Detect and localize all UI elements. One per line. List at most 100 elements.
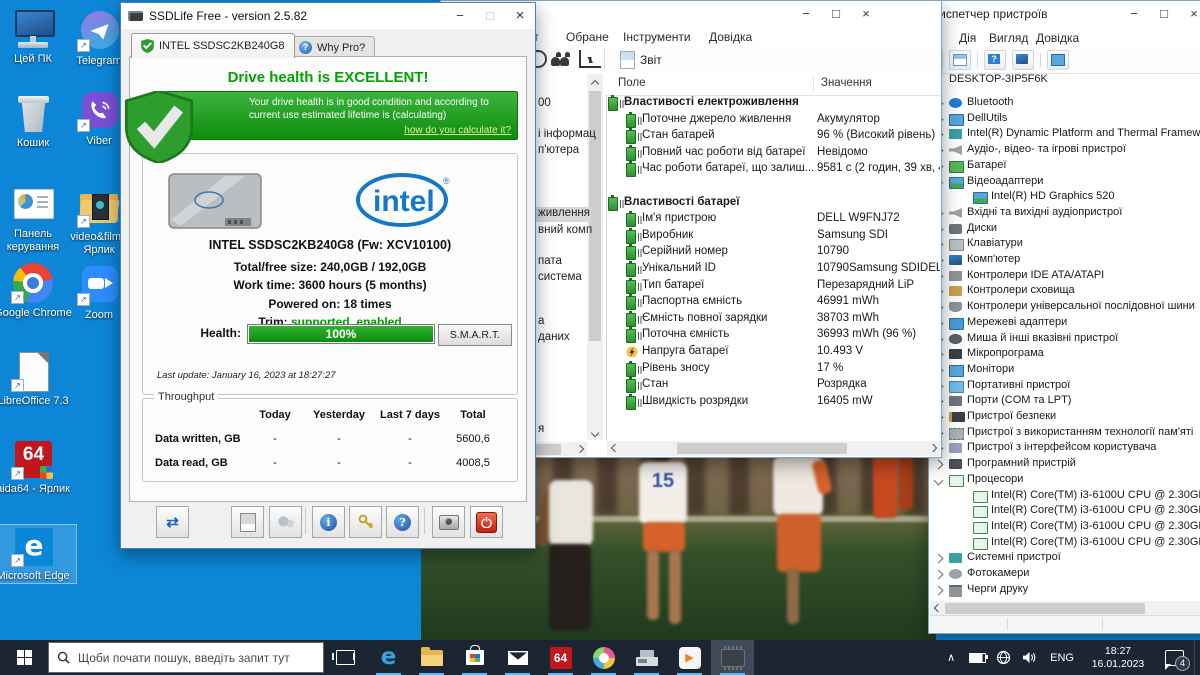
scroll-down-icon[interactable] bbox=[587, 425, 603, 440]
menu-view[interactable]: Вигляд bbox=[989, 31, 1028, 45]
nav-item-fragment[interactable]: даних bbox=[538, 331, 570, 343]
device-tree-item[interactable]: Вхідні та вихідні аудіопристрої bbox=[929, 206, 1200, 221]
table-row[interactable]: ВиробникSamsung SDI bbox=[606, 228, 940, 245]
device-tree-item[interactable]: Bluetooth bbox=[929, 96, 1200, 111]
properties-icon[interactable] bbox=[949, 50, 971, 70]
minimize-button[interactable]: − bbox=[1119, 1, 1149, 25]
nav-item-fragment[interactable]: 00 bbox=[538, 97, 551, 109]
close-button[interactable]: × bbox=[851, 1, 881, 25]
device-tree-item[interactable]: DESKTOP-3IP5F6K bbox=[929, 73, 1200, 88]
close-button[interactable]: × bbox=[1179, 1, 1200, 25]
device-tree-item[interactable]: Intel(R) HD Graphics 520 bbox=[929, 190, 1200, 205]
taskbar-app-mail[interactable] bbox=[496, 640, 539, 675]
device-tree-item[interactable]: Комп'ютер bbox=[929, 253, 1200, 268]
maximize-button[interactable]: □ bbox=[1149, 1, 1179, 25]
table-row[interactable]: Ємність повної зарядки38703 mWh bbox=[606, 311, 940, 328]
taskbar-app-paint[interactable] bbox=[582, 640, 625, 675]
nav-item-fragment[interactable]: я bbox=[538, 423, 544, 435]
table-row[interactable]: Унікальний ID10790Samsung SDIDELL W9F bbox=[606, 261, 940, 278]
exit-button[interactable] bbox=[470, 506, 503, 538]
task-view-button[interactable] bbox=[324, 640, 367, 675]
taskbar-app-player[interactable] bbox=[668, 640, 711, 675]
scroll-right-icon[interactable] bbox=[925, 441, 940, 456]
battery-icon[interactable] bbox=[964, 640, 990, 675]
show-desktop-button[interactable] bbox=[1194, 640, 1200, 675]
device-tree-item[interactable]: Миша й інші вказівні пристрої bbox=[929, 332, 1200, 347]
table-row[interactable]: Швидкість розрядки16405 mW bbox=[606, 394, 940, 411]
device-manager-titlebar[interactable]: Диспетчер пристроїв − □ × bbox=[929, 1, 1200, 27]
device-tree-item[interactable]: Пристрої безпеки bbox=[929, 410, 1200, 425]
network-icon[interactable] bbox=[990, 640, 1016, 675]
aida64-hscrollbar[interactable] bbox=[607, 441, 940, 456]
device-tree-item[interactable]: Порти (COM та LPT) bbox=[929, 394, 1200, 409]
scroll-thumb[interactable] bbox=[945, 603, 1145, 614]
device-tree-item[interactable]: Процесори bbox=[929, 473, 1200, 488]
chevron-right-icon[interactable] bbox=[934, 570, 944, 580]
taskbar-app-folder[interactable] bbox=[410, 640, 453, 675]
nav-item-fragment[interactable]: система bbox=[538, 271, 582, 283]
device-tree-item[interactable]: Контролери універсальної послідовної шин… bbox=[929, 300, 1200, 315]
scroll-right-icon[interactable] bbox=[572, 442, 587, 457]
device-tree-item[interactable]: Мікропрограма bbox=[929, 347, 1200, 362]
nav-item-fragment[interactable]: п'ютера bbox=[538, 144, 579, 156]
chevron-right-icon[interactable] bbox=[934, 460, 944, 470]
table-row[interactable]: Повний час роботи від батареїНевідомо bbox=[606, 145, 940, 162]
nav-item-fragment[interactable]: пата bbox=[538, 255, 562, 267]
column-field[interactable]: Поле bbox=[618, 77, 646, 89]
device-tree-item[interactable]: Монітори bbox=[929, 363, 1200, 378]
settings-button[interactable] bbox=[269, 506, 302, 538]
language-indicator[interactable]: ENG bbox=[1042, 652, 1082, 664]
scan-hardware-icon[interactable] bbox=[1012, 50, 1034, 70]
chevron-right-icon[interactable] bbox=[934, 586, 944, 596]
notification-center-button[interactable]: 4 bbox=[1154, 640, 1194, 675]
device-tree-item[interactable]: Черги друку bbox=[929, 583, 1200, 598]
chevron-right-icon[interactable] bbox=[934, 554, 944, 564]
tray-chevron-icon[interactable]: ∧ bbox=[938, 640, 964, 675]
ssdlife-titlebar[interactable]: SSDLife Free - version 2.5.82 − □ × bbox=[121, 3, 535, 29]
desktop-icon-edge[interactable]: e↗Microsoft Edge bbox=[0, 525, 76, 583]
register-button[interactable] bbox=[349, 506, 382, 538]
report-button[interactable]: Звіт bbox=[612, 48, 670, 71]
menu-action[interactable]: Дія bbox=[959, 31, 976, 45]
table-row[interactable]: Серійний номер10790 bbox=[606, 244, 940, 261]
scroll-left-icon[interactable] bbox=[930, 601, 945, 616]
device-tree-item[interactable]: Відеоадаптери bbox=[929, 175, 1200, 190]
nav-item-fragment[interactable]: вний комп bbox=[538, 224, 592, 236]
maximize-button[interactable]: □ bbox=[821, 1, 851, 25]
scroll-thumb[interactable] bbox=[677, 443, 847, 454]
menu-help[interactable]: Довідка bbox=[1036, 31, 1079, 45]
chart-icon[interactable] bbox=[579, 50, 601, 68]
table-section-header[interactable]: Властивості батареї bbox=[606, 195, 940, 212]
device-tree-item[interactable]: Диски bbox=[929, 222, 1200, 237]
menu-favorites[interactable]: Обране bbox=[566, 30, 609, 44]
table-row[interactable]: Тип батареїПерезарядний LiP bbox=[606, 278, 940, 295]
taskbar-app-fax[interactable] bbox=[625, 640, 668, 675]
screenshot-button[interactable] bbox=[432, 506, 465, 538]
device-tree-item[interactable]: Пристрої з використанням технології пам'… bbox=[929, 426, 1200, 441]
table-row[interactable]: Паспортна ємність46991 mWh bbox=[606, 294, 940, 311]
desktop-icon-libreoffice[interactable]: ↗LibreOffice 7.3 bbox=[0, 350, 76, 408]
nav-item-fragment[interactable]: а bbox=[538, 315, 544, 327]
menu-tools[interactable]: Інструменти bbox=[623, 30, 691, 44]
device-tree-item[interactable]: Аудіо-, відео- та ігрові пристрої bbox=[929, 143, 1200, 158]
scroll-left-icon[interactable] bbox=[607, 441, 622, 456]
help-button[interactable]: ? bbox=[386, 506, 419, 538]
scroll-right-icon[interactable] bbox=[1193, 601, 1200, 616]
device-tree-item[interactable]: Фотокамери bbox=[929, 567, 1200, 582]
refresh-button[interactable]: ⇄ bbox=[156, 506, 189, 538]
device-tree-item[interactable]: Портативні пристрої bbox=[929, 379, 1200, 394]
taskbar-app-chip[interactable] bbox=[711, 640, 754, 675]
chevron-down-icon[interactable] bbox=[934, 476, 944, 486]
table-row[interactable]: СтанРозрядка bbox=[606, 377, 940, 394]
device-tree-item[interactable]: Intel(R) Core(TM) i3-6100U CPU @ 2.30GHz bbox=[929, 520, 1200, 535]
device-tree-item[interactable]: Пристрої з інтерфейсом користувача bbox=[929, 441, 1200, 456]
device-tree-item[interactable]: Intel(R) Core(TM) i3-6100U CPU @ 2.30GHz bbox=[929, 504, 1200, 519]
search-box[interactable]: Щоби почати пошук, введіть запит тут bbox=[48, 642, 324, 673]
table-row[interactable]: Рівень зносу17 % bbox=[606, 361, 940, 378]
device-tree-item[interactable]: Батареї bbox=[929, 159, 1200, 174]
column-value[interactable]: Значення bbox=[821, 77, 872, 89]
about-button[interactable]: i bbox=[312, 506, 345, 538]
table-row[interactable]: Ім'я пристроюDELL W9FNJ72 bbox=[606, 211, 940, 228]
table-row[interactable]: Поточне джерело живленняАкумулятор bbox=[606, 112, 940, 129]
device-tree-item[interactable]: Intel(R) Dynamic Platform and Thermal Fr… bbox=[929, 127, 1200, 142]
